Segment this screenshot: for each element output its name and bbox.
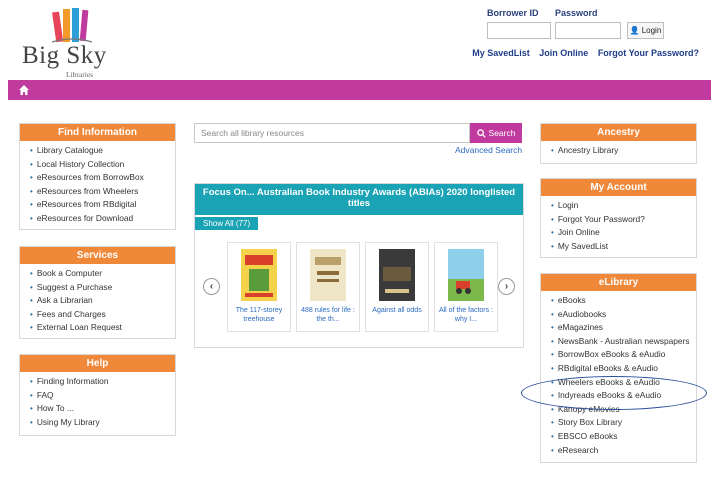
book-cover-image xyxy=(241,249,277,301)
search-button[interactable]: Search xyxy=(470,123,522,143)
logo-name: Big Sky xyxy=(22,42,107,69)
ancestry-item[interactable]: Ancestry Library xyxy=(551,144,696,158)
book-cover-image xyxy=(448,249,484,301)
book-item[interactable]: The 117-storey treehouse xyxy=(227,242,291,332)
find-info-item[interactable]: eResources from BorrowBox xyxy=(30,171,175,185)
big-sky-logo[interactable]: Big Sky Libraries xyxy=(20,4,120,79)
elibrary-heading: eLibrary xyxy=(541,274,696,291)
ancestry-heading: Ancestry xyxy=(541,124,696,141)
elibrary-item[interactable]: BorrowBox eBooks & eAudio xyxy=(551,348,696,362)
top-links: My SavedList Join Online Forgot Your Pas… xyxy=(465,48,699,58)
find-info-item[interactable]: eResources from RBdigital xyxy=(30,198,175,212)
account-item[interactable]: Login xyxy=(551,199,696,213)
home-icon[interactable] xyxy=(18,84,30,96)
services-panel: Services Book a Computer Suggest a Purch… xyxy=(19,246,176,339)
logo-sub: Libraries xyxy=(66,70,94,79)
carousel-prev-button[interactable]: ‹ xyxy=(203,278,220,295)
book-item[interactable]: All of the factors : why I... xyxy=(434,242,498,332)
book-title: Against all odds xyxy=(372,307,422,314)
carousel-next-button[interactable]: › xyxy=(498,278,515,295)
elibrary-item[interactable]: eAudiobooks xyxy=(551,308,696,322)
focus-on-carousel: Focus On... Australian Book Industry Awa… xyxy=(194,183,524,348)
find-info-item[interactable]: eResources for Download xyxy=(30,212,175,226)
services-item[interactable]: Ask a Librarian xyxy=(30,294,175,308)
help-item[interactable]: How To ... xyxy=(30,402,175,416)
services-item[interactable]: External Loan Request xyxy=(30,321,175,335)
find-information-heading: Find Information xyxy=(20,124,175,141)
borrower-id-label: Borrower ID xyxy=(487,8,539,18)
my-savedlist-link[interactable]: My SavedList xyxy=(472,48,530,58)
services-item[interactable]: Fees and Charges xyxy=(30,308,175,322)
help-heading: Help xyxy=(20,355,175,372)
book-title: The 117-storey treehouse xyxy=(235,307,283,323)
password-input[interactable] xyxy=(555,22,621,39)
my-account-heading: My Account xyxy=(541,179,696,196)
elibrary-item[interactable]: RBdigital eBooks & eAudio xyxy=(551,362,696,376)
help-panel: Help Finding Information FAQ How To ... … xyxy=(19,354,176,436)
services-item[interactable]: Book a Computer xyxy=(30,267,175,281)
account-item[interactable]: Forgot Your Password? xyxy=(551,213,696,227)
help-item[interactable]: Finding Information xyxy=(30,375,175,389)
search-input[interactable]: Search all library resources xyxy=(194,123,470,143)
account-item[interactable]: My SavedList xyxy=(551,240,696,254)
services-item[interactable]: Suggest a Purchase xyxy=(30,281,175,295)
join-online-link[interactable]: Join Online xyxy=(539,48,588,58)
book-item[interactable]: 488 rules for life : the th... xyxy=(296,242,360,332)
elibrary-panel: eLibrary eBooks eAudiobooks eMagazines N… xyxy=(540,273,697,463)
search-button-label: Search xyxy=(488,128,516,138)
book-title: All of the factors : why I... xyxy=(438,307,494,323)
login-button-label: Login xyxy=(641,26,662,35)
find-info-item[interactable]: eResources from Wheelers xyxy=(30,185,175,199)
elibrary-item[interactable]: Story Box Library xyxy=(551,416,696,430)
elibrary-item[interactable]: EBSCO eBooks xyxy=(551,430,696,444)
find-info-item[interactable]: Local History Collection xyxy=(30,158,175,172)
search-icon xyxy=(476,128,486,138)
focus-on-title: Focus On... Australian Book Industry Awa… xyxy=(195,184,523,215)
user-icon: 👤 xyxy=(629,26,640,35)
book-cover-image xyxy=(379,249,415,301)
password-label: Password xyxy=(555,8,598,18)
book-item[interactable]: Against all odds xyxy=(365,242,429,332)
help-item[interactable]: FAQ xyxy=(30,389,175,403)
login-area: Borrower ID Password 👤 Login My SavedLis… xyxy=(472,8,699,68)
my-account-panel: My Account Login Forgot Your Password? J… xyxy=(540,178,697,258)
login-button[interactable]: 👤 Login xyxy=(627,22,664,39)
account-item[interactable]: Join Online xyxy=(551,226,696,240)
elibrary-item[interactable]: eBooks xyxy=(551,294,696,308)
elibrary-item[interactable]: NewsBank - Australian newspapers xyxy=(551,335,696,349)
services-heading: Services xyxy=(20,247,175,264)
book-cover-image xyxy=(310,249,346,301)
main-nav-bar xyxy=(8,80,711,100)
show-all-button[interactable]: Show All (77) xyxy=(195,217,259,230)
find-information-panel: Find Information Library Catalogue Local… xyxy=(19,123,176,230)
advanced-search-link[interactable]: Advanced Search xyxy=(455,145,522,155)
elibrary-item[interactable]: eMagazines xyxy=(551,321,696,335)
highlight-ellipse xyxy=(521,376,707,410)
forgot-password-link[interactable]: Forgot Your Password? xyxy=(598,48,699,58)
book-title: 488 rules for life : the th... xyxy=(301,307,355,323)
help-item[interactable]: Using My Library xyxy=(30,416,175,430)
borrower-id-input[interactable] xyxy=(487,22,551,39)
ancestry-panel: Ancestry Ancestry Library xyxy=(540,123,697,164)
elibrary-item[interactable]: eResearch xyxy=(551,444,696,458)
find-info-item[interactable]: Library Catalogue xyxy=(30,144,175,158)
